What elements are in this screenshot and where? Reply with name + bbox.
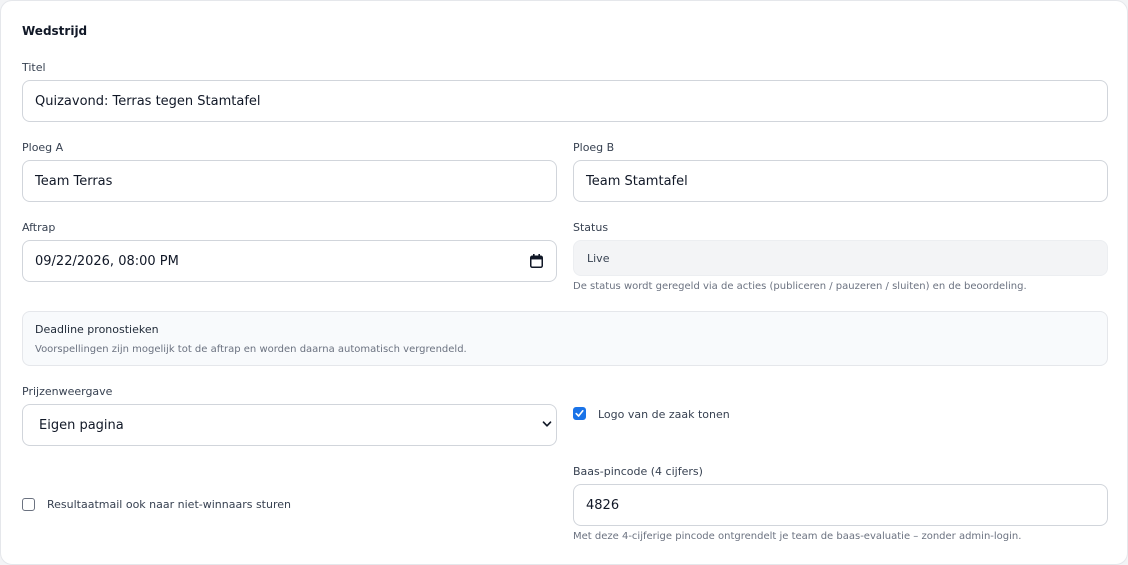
logo-checkbox[interactable] bbox=[573, 407, 586, 420]
checkmark-icon bbox=[575, 410, 584, 417]
team-b-input-value: Team Stamtafel bbox=[586, 173, 688, 189]
team-b-input[interactable]: Team Stamtafel bbox=[573, 160, 1108, 202]
team-b-label: Ploeg B bbox=[573, 141, 615, 154]
result-mail-checkbox-label[interactable]: Resultaatmail ook naar niet-winnaars stu… bbox=[47, 498, 291, 511]
section-title: Wedstrijd bbox=[22, 24, 88, 38]
chevron-down-icon bbox=[542, 421, 552, 427]
team-a-input[interactable]: Team Terras bbox=[22, 160, 557, 202]
pin-input-value: 4826 bbox=[586, 497, 620, 513]
status-readonly-field: Live bbox=[573, 240, 1108, 276]
calendar-icon[interactable] bbox=[530, 254, 543, 268]
status-label: Status bbox=[573, 221, 609, 234]
kickoff-input-value: 09/22/2026, 08:00 PM bbox=[35, 253, 179, 269]
pin-label: Baas-pincode (4 cijfers) bbox=[573, 465, 703, 478]
status-help-text: De status wordt geregeld via de acties (… bbox=[573, 281, 1027, 292]
title-input[interactable]: Quizavond: Terras tegen Stamtafel bbox=[22, 80, 1108, 122]
prize-display-label: Prijzenweergave bbox=[22, 385, 113, 398]
match-settings-card: Wedstrijd Titel Quizavond: Terras tegen … bbox=[0, 0, 1128, 565]
title-label: Titel bbox=[22, 61, 46, 74]
kickoff-datetime-input[interactable]: 09/22/2026, 08:00 PM bbox=[22, 240, 557, 282]
deadline-title: Deadline pronostieken bbox=[35, 323, 159, 336]
pin-input[interactable]: 4826 bbox=[573, 484, 1108, 526]
deadline-info-box: Deadline pronostieken Voorspellingen zij… bbox=[22, 311, 1108, 366]
team-a-input-value: Team Terras bbox=[35, 173, 113, 189]
title-input-value: Quizavond: Terras tegen Stamtafel bbox=[35, 93, 261, 109]
status-value: Live bbox=[587, 251, 610, 265]
prize-display-selected-value: Eigen pagina bbox=[39, 417, 124, 433]
prize-display-select[interactable]: Eigen pagina bbox=[22, 404, 557, 446]
result-mail-checkbox[interactable] bbox=[22, 498, 35, 511]
logo-checkbox-label[interactable]: Logo van de zaak tonen bbox=[598, 408, 730, 421]
deadline-text: Voorspellingen zijn mogelijk tot de aftr… bbox=[35, 344, 467, 355]
team-a-label: Ploeg A bbox=[22, 141, 64, 154]
pin-help-text: Met deze 4-cijferige pincode ontgrendelt… bbox=[573, 531, 1022, 542]
kickoff-label: Aftrap bbox=[22, 221, 56, 234]
